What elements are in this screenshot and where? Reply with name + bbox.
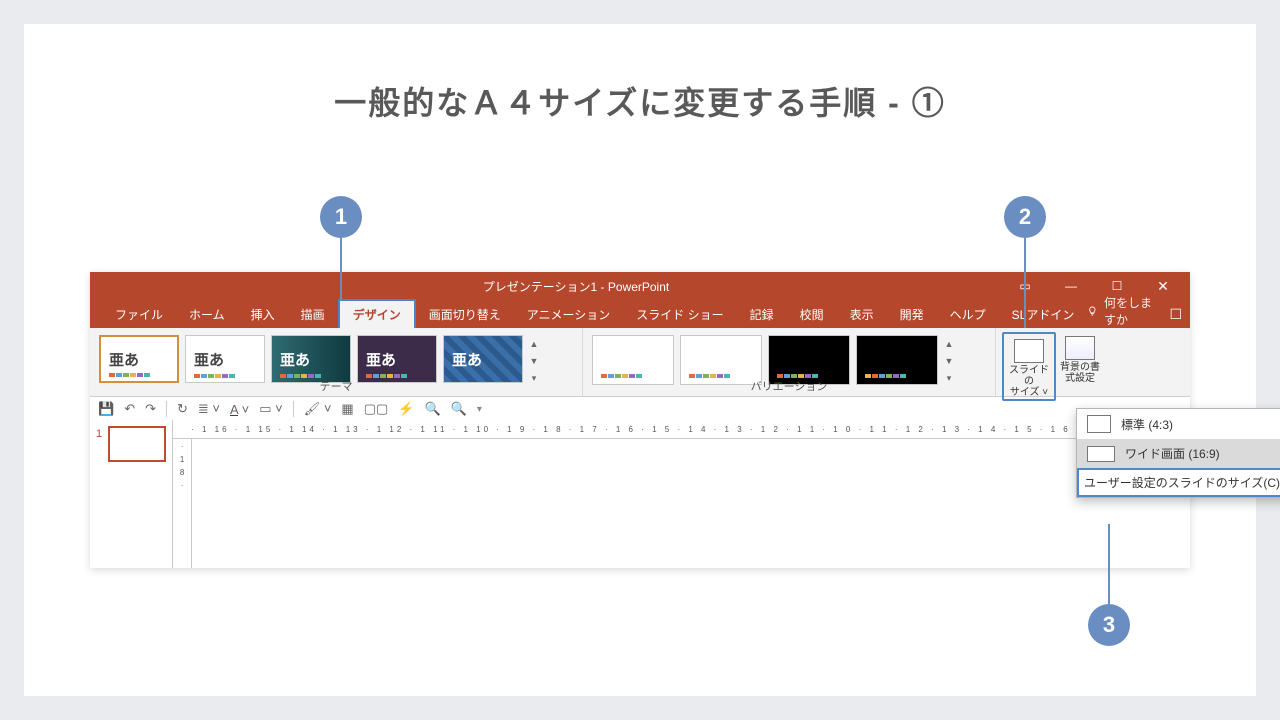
- theme-tile-5[interactable]: 亜あ: [443, 335, 523, 383]
- zoom-out-icon[interactable]: 🔍: [451, 401, 467, 417]
- slide-size-wide[interactable]: ワイド画面 (16:9): [1077, 439, 1280, 468]
- slide-thumbnail-1[interactable]: 1: [96, 426, 166, 462]
- slide-size-standard[interactable]: 標準 (4:3): [1077, 409, 1280, 439]
- font-color-icon[interactable]: A ˅: [230, 402, 249, 417]
- slide-size-icon: [1014, 339, 1044, 363]
- theme-tile-1[interactable]: 亜あ: [99, 335, 179, 383]
- format-background-icon: [1065, 336, 1095, 360]
- undo-icon[interactable]: ↶: [124, 401, 135, 417]
- slide-thumbnail-preview: [108, 426, 166, 462]
- document-area: 1 · 1 16 · 1 15 · 1 14 · 1 13 · 1 12 · 1…: [90, 420, 1190, 568]
- slide-size-button[interactable]: スライドの サイズ ˅: [1005, 335, 1053, 398]
- callout-1-line: [340, 238, 342, 300]
- tab-review[interactable]: 校閲: [787, 301, 837, 328]
- vertical-ruler: ·18·: [173, 438, 192, 568]
- tab-record[interactable]: 記録: [737, 301, 787, 328]
- tab-transitions[interactable]: 画面切り替え: [416, 301, 514, 328]
- callout-1: 1: [320, 196, 362, 238]
- tell-me[interactable]: 何をしますか: [1087, 294, 1159, 328]
- tab-developer[interactable]: 開発: [887, 301, 937, 328]
- theme-tile-4[interactable]: 亜あ: [357, 335, 437, 383]
- bullets-icon[interactable]: ≣ ˅: [198, 401, 220, 417]
- ratio-16-9-icon: [1087, 446, 1115, 462]
- theme-tile-2[interactable]: 亜あ: [185, 335, 265, 383]
- save-icon[interactable]: 💾: [98, 401, 114, 417]
- tab-design[interactable]: デザイン: [338, 299, 416, 328]
- action-icon[interactable]: ⚡: [398, 401, 414, 417]
- slide-size-custom[interactable]: ユーザー設定のスライドのサイズ(C)…: [1077, 468, 1280, 497]
- slide-canvas[interactable]: · 1 16 · 1 15 · 1 14 · 1 13 · 1 12 · 1 1…: [173, 420, 1190, 568]
- callout-2: 2: [1004, 196, 1046, 238]
- tab-file[interactable]: ファイル: [102, 301, 176, 328]
- share-icon[interactable]: ☐: [1169, 306, 1182, 323]
- tab-insert[interactable]: 挿入: [238, 301, 288, 328]
- horizontal-ruler: · 1 16 · 1 15 · 1 14 · 1 13 · 1 12 · 1 1…: [173, 420, 1190, 439]
- slide-size-highlight: スライドの サイズ ˅: [1002, 332, 1056, 401]
- tab-help[interactable]: ヘルプ: [937, 301, 999, 328]
- tab-view[interactable]: 表示: [837, 301, 887, 328]
- tab-home[interactable]: ホーム: [176, 301, 238, 328]
- repeat-icon[interactable]: ↻: [177, 401, 188, 417]
- ribbon-group-variants: ▲▼▾ バリエーション: [583, 328, 996, 396]
- callout-3: 3: [1088, 604, 1130, 646]
- format-background-button[interactable]: 背景の書 式設定: [1056, 332, 1104, 384]
- new-slide-icon[interactable]: ▦: [341, 401, 353, 417]
- ribbon-group-customize: スライドの サイズ ˅ 背景の書 式設定: [996, 328, 1118, 396]
- theme-tile-3[interactable]: 亜あ: [271, 335, 351, 383]
- redo-icon[interactable]: ↷: [145, 401, 156, 417]
- ribbon: 亜あ 亜あ 亜あ 亜あ 亜あ ▲▼▾ テーマ ▲▼▾ バリエーション: [90, 328, 1190, 397]
- ribbon-group-themes: 亜あ 亜あ 亜あ 亜あ 亜あ ▲▼▾ テーマ: [90, 328, 583, 396]
- shape-fill-icon[interactable]: ▭ ˅: [259, 401, 283, 417]
- layout-icon[interactable]: ▢▢: [364, 401, 389, 417]
- callout-2-line: [1024, 238, 1026, 328]
- tab-sl-addin[interactable]: SLアドイン: [999, 301, 1088, 328]
- page-title: 一般的なＡ４サイズに変更する手順 - ①: [24, 78, 1256, 124]
- lightbulb-icon: [1087, 304, 1098, 318]
- callout-3-line: [1108, 524, 1110, 604]
- tab-animations[interactable]: アニメーション: [514, 301, 624, 328]
- slide-thumbnail-pane: 1: [90, 420, 173, 568]
- presentation-slide: 一般的なＡ４サイズに変更する手順 - ① 1 2 3 プレゼンテーション1 - …: [24, 24, 1256, 696]
- slide-size-dropdown: 標準 (4:3) ワイド画面 (16:9) ユーザー設定のスライドのサイズ(C)…: [1076, 408, 1280, 498]
- window-title: プレゼンテーション1 - PowerPoint: [150, 278, 1002, 295]
- tab-draw[interactable]: 描画: [288, 301, 338, 328]
- tab-slideshow[interactable]: スライド ショー: [623, 301, 736, 328]
- format-painter-icon[interactable]: 🖌 ˅: [304, 401, 332, 417]
- ratio-4-3-icon: [1087, 415, 1111, 433]
- zoom-in-icon[interactable]: 🔍: [424, 401, 440, 417]
